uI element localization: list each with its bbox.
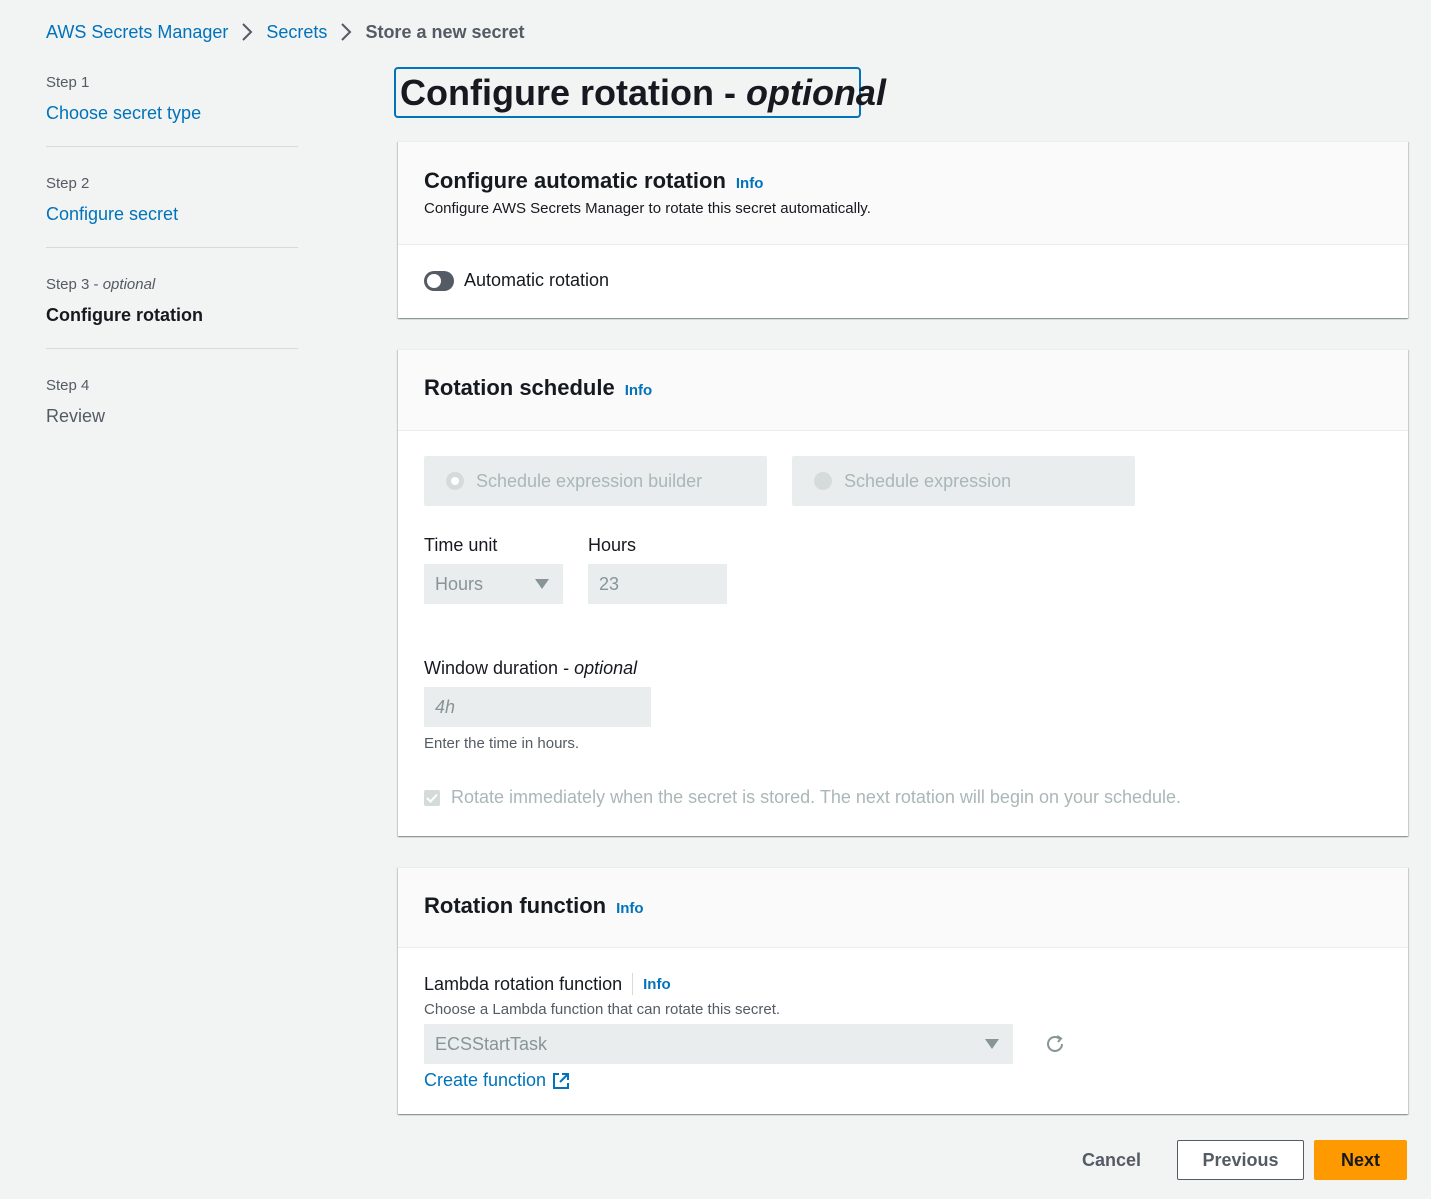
previous-button[interactable]: Previous	[1177, 1140, 1304, 1180]
lambda-label: Lambda rotation function	[424, 973, 623, 994]
radio-button-icon	[446, 472, 464, 490]
panel-header: Rotation function Info	[398, 868, 1408, 948]
panel-title: Rotation schedule	[424, 375, 615, 400]
hours-input[interactable]: 23	[588, 564, 727, 604]
rotate-immediately-checkbox[interactable]	[424, 789, 440, 806]
lambda-function-field: Lambda rotation function Info Choose a L…	[424, 971, 1067, 1091]
window-duration-hint: Enter the time in hours.	[424, 735, 580, 752]
window-duration-label: Window duration - optional	[424, 658, 638, 678]
next-button[interactable]: Next	[1314, 1140, 1407, 1180]
info-link[interactable]: Info	[625, 382, 653, 399]
wizard-step-2: Step 2 Configure secret	[46, 169, 298, 248]
wizard-actions: Cancel Previous Next	[1062, 1140, 1407, 1180]
window-duration-field: Window duration - optional 4h Enter the …	[424, 658, 651, 752]
chevron-right-icon	[228, 23, 266, 41]
step-link-configure-secret[interactable]: Configure secret	[46, 203, 298, 225]
radio-label: Schedule expression	[844, 470, 1012, 491]
lambda-select-row: ECSStartTask	[424, 1024, 1067, 1064]
radio-label: Schedule expression builder	[476, 470, 703, 491]
radio-button-icon	[814, 472, 832, 490]
panel-header: Configure automatic rotation Info Configu…	[398, 142, 1408, 245]
info-link[interactable]: Info	[616, 900, 644, 917]
create-function-link[interactable]: Create function	[424, 1070, 1067, 1091]
lambda-description: Choose a Lambda function that can rotate…	[424, 1001, 781, 1018]
radio-schedule-expression-builder[interactable]: Schedule expression builder	[424, 456, 767, 506]
step-number: Step 3 - optional	[46, 276, 156, 293]
lambda-info-link[interactable]: Info	[643, 976, 671, 993]
lambda-label-row: Lambda rotation function Info	[424, 971, 1067, 997]
info-link[interactable]: Info	[736, 175, 764, 192]
step-current-configure-rotation: Configure rotation	[46, 305, 203, 325]
lambda-function-select[interactable]: ECSStartTask	[424, 1024, 1013, 1064]
check-icon	[426, 793, 438, 803]
time-unit-value: Hours	[435, 573, 484, 594]
automatic-rotation-toggle[interactable]	[424, 270, 454, 291]
time-unit-label: Time unit	[424, 535, 498, 555]
rotate-immediately-label: Rotate immediately when the secret is st…	[451, 787, 1182, 807]
time-unit-select[interactable]: Hours	[424, 564, 563, 604]
rotation-schedule-panel: Rotation schedule Info Schedule expressio…	[398, 349, 1408, 836]
rotation-function-panel: Rotation function Info Lambda rotation fu…	[398, 867, 1408, 1114]
panel-title: Configure automatic rotation	[424, 168, 726, 193]
panel-description: Configure AWS Secrets Manager to rotate …	[424, 200, 871, 217]
wizard-step-3: Step 3 - optional Configure rotation	[46, 270, 298, 349]
step-link-choose-secret-type[interactable]: Choose secret type	[46, 102, 298, 124]
breadcrumb-secrets-manager[interactable]: AWS Secrets Manager	[46, 22, 228, 43]
hours-field: Hours 23	[588, 535, 727, 604]
caret-down-icon	[535, 579, 549, 589]
automatic-rotation-panel: Configure automatic rotation Info Configu…	[398, 141, 1408, 318]
refresh-icon[interactable]	[1043, 1032, 1067, 1056]
external-link-icon	[553, 1072, 570, 1089]
breadcrumb: AWS Secrets Manager Secrets Store a new …	[46, 18, 525, 46]
automatic-rotation-toggle-row: Automatic rotation	[398, 245, 1408, 316]
caret-down-icon	[985, 1039, 999, 1049]
wizard-step-1: Step 1 Choose secret type	[46, 68, 298, 147]
rotate-immediately-row: Rotate immediately when the secret is st…	[424, 787, 1181, 808]
chevron-right-icon	[327, 23, 365, 41]
wizard-step-4: Step 4 Review	[46, 371, 298, 449]
hours-label: Hours	[588, 535, 637, 555]
divider	[632, 973, 634, 995]
panel-title: Rotation function	[424, 893, 607, 918]
time-unit-field: Time unit Hours	[424, 535, 563, 604]
step-number: Step 2	[46, 175, 90, 192]
cancel-button[interactable]: Cancel	[1062, 1140, 1161, 1180]
optional-text: optional	[102, 276, 156, 293]
window-duration-input[interactable]: 4h	[424, 687, 651, 727]
wizard-steps: Step 1 Choose secret type Step 2 Configu…	[46, 68, 298, 471]
step-number: Step 4	[46, 377, 90, 394]
step-number: Step 1	[46, 74, 90, 91]
radio-schedule-expression[interactable]: Schedule expression	[792, 456, 1135, 506]
lambda-select-value: ECSStartTask	[435, 1033, 548, 1054]
panel-header: Rotation schedule Info	[398, 350, 1408, 431]
create-function-label: Create function	[424, 1070, 547, 1090]
breadcrumb-secrets[interactable]: Secrets	[266, 22, 327, 43]
schedule-type-radio-group: Schedule expression builder Schedule exp…	[424, 456, 1135, 506]
breadcrumb-current: Store a new secret	[365, 21, 525, 42]
toggle-label: Automatic rotation	[464, 270, 610, 290]
time-fields: Time unit Hours Hours 23	[424, 535, 727, 604]
step-review: Review	[46, 406, 106, 426]
page-title: Configure rotation - optional	[394, 67, 886, 118]
